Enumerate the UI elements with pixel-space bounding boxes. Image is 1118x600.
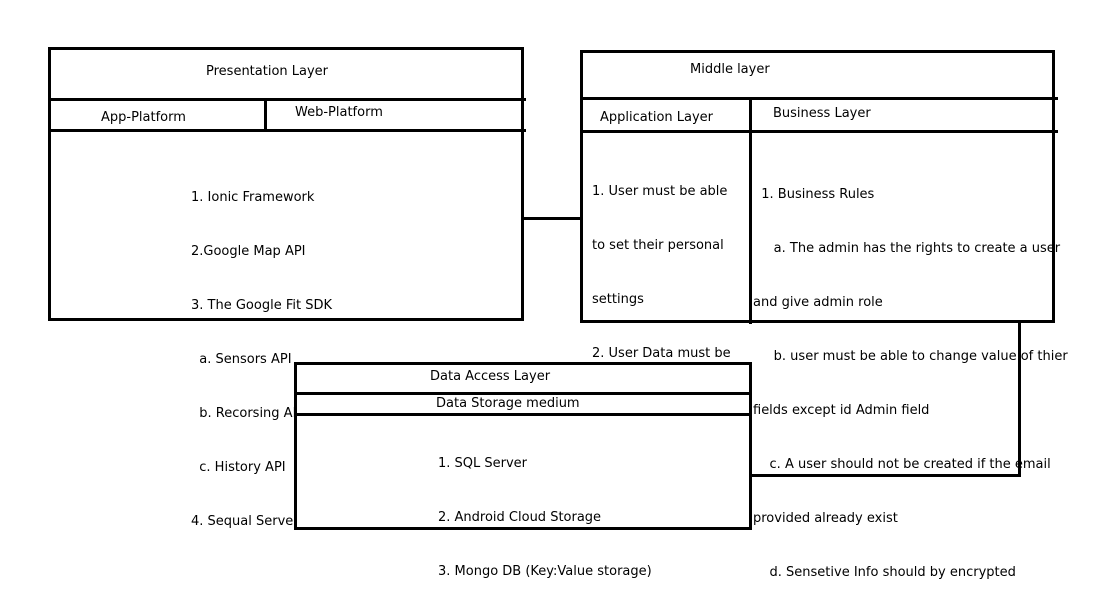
middle-header-divider [580, 97, 1058, 100]
list-item: to set their personal [592, 238, 724, 253]
list-item: 1. SQL Server [438, 456, 528, 471]
list-item: 2. User Data must be [592, 346, 731, 361]
middle-layer-title: Middle layer [690, 62, 770, 77]
connector-middle-data-vertical [1018, 322, 1021, 477]
data-access-layer-title: Data Access Layer [430, 369, 551, 384]
list-item: a. The admin has the rights to create a … [753, 241, 1061, 256]
list-item: 2. Android Cloud Storage [438, 510, 602, 525]
list-item: 1. Business Rules [753, 187, 875, 202]
connector-presentation-middle [522, 217, 582, 220]
middle-subheader-divider [580, 130, 1058, 133]
list-item: and give admin role [753, 295, 883, 310]
list-item: provided already exist [753, 511, 898, 526]
list-item: 1. Ionic Framework [191, 190, 315, 205]
presentation-header-divider [48, 98, 526, 101]
data-access-items-list: 1. SQL Server 2. Android Cloud Storage 3… [438, 419, 652, 599]
app-platform-label: App-Platform [101, 110, 186, 125]
data-access-subheader-divider [294, 413, 752, 416]
web-platform-label: Web-Platform [295, 105, 383, 120]
list-item: d. Sensetive Info should by encrypted [753, 565, 1016, 580]
list-item: 1. User must be able [592, 184, 728, 199]
business-layer-label: Business Layer [773, 106, 871, 121]
application-layer-label: Application Layer [600, 110, 714, 125]
list-item: 2.Google Map API [191, 244, 306, 259]
presentation-layer-title: Presentation Layer [206, 64, 329, 79]
middle-column-divider [749, 98, 752, 324]
connector-middle-data-horizontal [749, 474, 1021, 477]
presentation-subheader-divider [48, 129, 526, 132]
presentation-platform-divider [264, 99, 267, 132]
list-item: 3. Mongo DB (Key:Value storage) [438, 564, 652, 579]
list-item: 3. The Google Fit SDK [191, 298, 332, 313]
data-storage-medium-label: Data Storage medium [436, 396, 580, 411]
list-item: settings [592, 292, 644, 307]
